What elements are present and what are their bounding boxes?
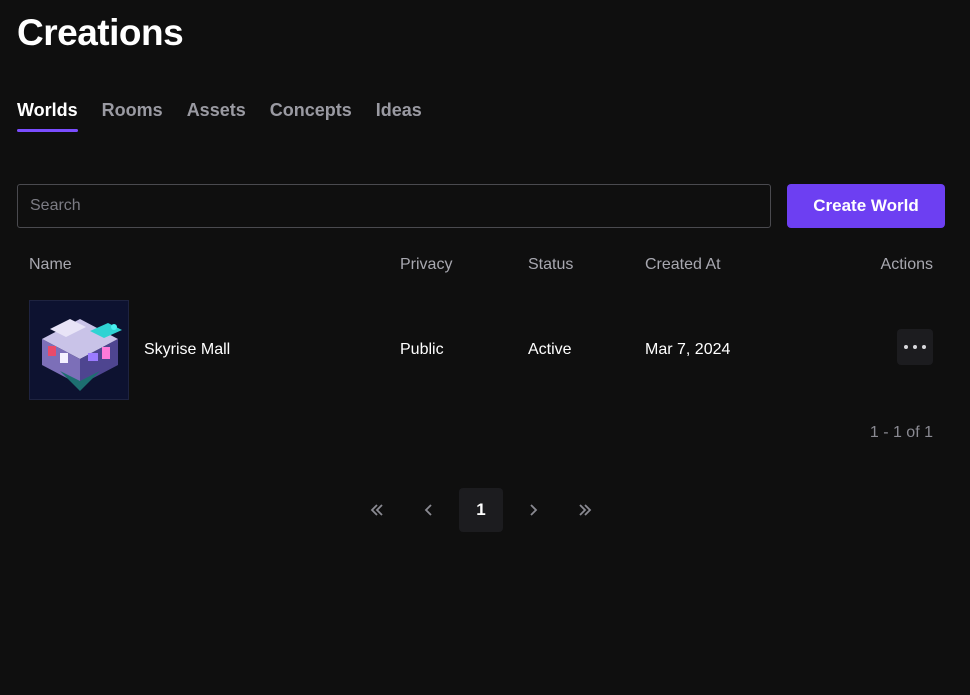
tab-bar: Worlds Rooms Assets Concepts Ideas — [17, 100, 422, 132]
column-header-actions: Actions — [880, 256, 933, 273]
tab-concepts[interactable]: Concepts — [270, 100, 352, 131]
world-privacy: Public — [400, 341, 444, 358]
world-created-at: Mar 7, 2024 — [645, 341, 731, 358]
table-row[interactable]: Skyrise Mall Public Active Mar 7, 2024 — [17, 298, 945, 402]
next-page-icon — [530, 504, 538, 516]
column-header-name: Name — [29, 256, 72, 273]
column-header-created-at: Created At — [645, 256, 721, 273]
last-page-icon — [579, 504, 592, 516]
tab-rooms[interactable]: Rooms — [102, 100, 163, 131]
tab-ideas[interactable]: Ideas — [376, 100, 422, 131]
world-name[interactable]: Skyrise Mall — [144, 341, 230, 359]
search-input[interactable] — [17, 184, 771, 228]
world-status: Active — [528, 341, 572, 358]
world-thumbnail-image[interactable] — [29, 300, 129, 400]
last-page-button[interactable] — [563, 488, 607, 532]
first-page-icon — [370, 504, 383, 516]
pagination-range: 1 - 1 of 1 — [869, 424, 933, 441]
first-page-button[interactable] — [355, 488, 399, 532]
column-header-status: Status — [528, 256, 574, 273]
page-title: Creations — [17, 12, 184, 53]
page-number-button[interactable]: 1 — [459, 488, 503, 532]
create-world-button[interactable]: Create World — [787, 184, 945, 228]
tab-worlds[interactable]: Worlds — [17, 100, 78, 132]
more-actions-button[interactable] — [897, 329, 933, 365]
next-page-button[interactable] — [511, 488, 555, 532]
more-dots-icon-part — [913, 345, 917, 349]
prev-page-button[interactable] — [407, 488, 451, 532]
prev-page-icon — [424, 504, 432, 516]
more-dots-icon-part — [922, 345, 926, 349]
tab-assets[interactable]: Assets — [187, 100, 246, 131]
more-dots-icon — [904, 345, 908, 349]
pagination: 1 — [355, 488, 607, 532]
column-header-privacy: Privacy — [400, 256, 453, 273]
creations-page: Creations Worlds Rooms Assets Concepts I… — [0, 0, 970, 695]
